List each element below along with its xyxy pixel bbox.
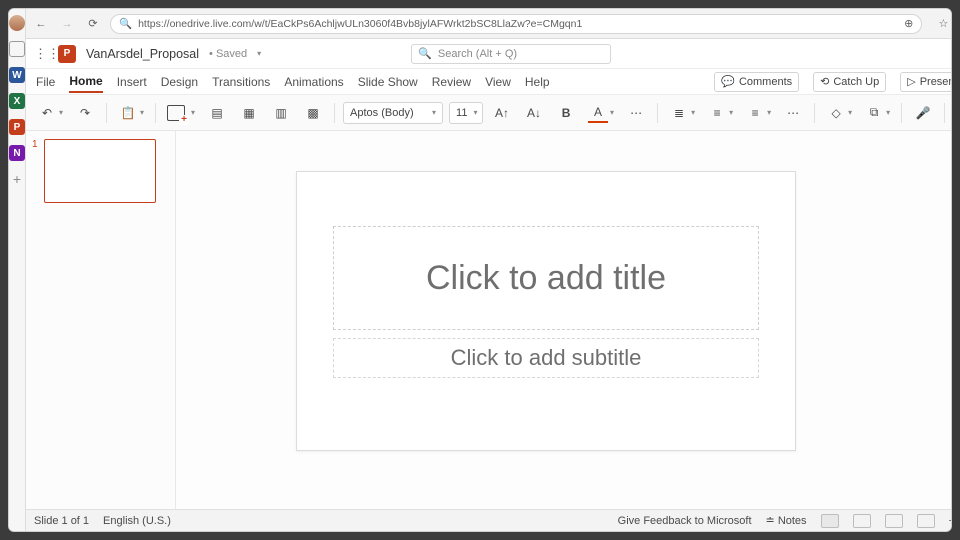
present-button[interactable]: ▷ Present ▾ [900,72,952,92]
address-bar[interactable]: 🔍 https://onedrive.live.com/w/t/EaCkPs6A… [110,14,922,34]
word-app-icon[interactable]: W [9,67,25,83]
workspace: 1 Click to add title Click to add subtit… [26,131,952,509]
save-state: • Saved [209,48,247,60]
shapes-button[interactable]: ◇▾ [823,101,855,125]
designer-button[interactable]: ▩ [300,101,326,125]
undo-button[interactable]: ↶▾ [34,101,66,125]
layout-button[interactable]: ▤ [204,101,230,125]
decrease-font-button[interactable]: A↓ [521,101,547,125]
language-status[interactable]: English (U.S.) [103,515,171,527]
numbering-button[interactable]: ≡▾ [704,101,736,125]
search-icon: 🔍 [418,47,432,60]
tab-animations[interactable]: Animations [284,72,343,92]
font-size-select[interactable]: 11▾ [449,102,483,124]
browser-toolbar: ← → ⟳ 🔍 https://onedrive.live.com/w/t/Ea… [26,9,952,39]
forward-button: → [58,18,76,30]
slideshow-view-button[interactable] [917,514,935,528]
notes-toggle[interactable]: ≐ Notes [766,514,807,527]
arrange-button[interactable]: ⧉▾ [861,101,893,125]
increase-font-button[interactable]: A↑ [489,101,515,125]
thumbnail-number: 1 [32,139,40,203]
search-input[interactable]: 🔍 Search (Alt + Q) [411,44,611,64]
dictate-button[interactable]: 🎤 [910,101,936,125]
thumbnail-preview[interactable] [44,139,156,203]
profile-avatar-small[interactable] [9,15,25,31]
status-bar: Slide 1 of 1 English (U.S.) Give Feedbac… [26,509,952,531]
document-name[interactable]: VanArsdel_Proposal [86,47,199,61]
tab-design[interactable]: Design [161,72,198,92]
tab-outline-icon[interactable] [9,41,25,57]
slide-canvas[interactable]: Click to add title Click to add subtitle… [176,131,952,509]
ribbon-home: ↶▾ ↷ 📋▾ +▾ ▤ ▦ ▥ ▩ Aptos (Body)▾ 11▾ A↑ … [26,95,952,131]
tab-insert[interactable]: Insert [117,72,147,92]
normal-view-button[interactable] [821,514,839,528]
os-app-rail: W X P N + [9,9,26,531]
redo-button[interactable]: ↷ [72,101,98,125]
tab-transitions[interactable]: Transitions [212,72,270,92]
title-placeholder[interactable]: Click to add title [333,226,759,330]
powerpoint-logo: P [58,45,76,63]
more-font-button[interactable]: ⋯ [623,101,649,125]
paste-button[interactable]: 📋▾ [115,101,147,125]
tab-file[interactable]: File [36,72,55,92]
excel-app-icon[interactable]: X [9,93,25,109]
app-title-bar: ⋮⋮⋮ P VanArsdel_Proposal • Saved ▾ 🔍 Sea… [26,39,952,69]
tab-home[interactable]: Home [69,71,102,93]
title-chevron-icon[interactable]: ▾ [257,49,261,58]
slide-counter[interactable]: Slide 1 of 1 [34,515,89,527]
powerpoint-app-icon[interactable]: P [9,119,25,135]
onenote-app-icon[interactable]: N [9,145,25,161]
refresh-button[interactable]: ⟳ [84,17,102,30]
section-button[interactable]: ▥ [268,101,294,125]
sorter-view-button[interactable] [853,514,871,528]
slide-thumbnail[interactable]: 1 [32,139,169,203]
bold-button[interactable]: B [553,101,579,125]
new-slide-button[interactable]: +▾ [164,101,198,125]
reset-button[interactable]: ▦ [236,101,262,125]
comments-button[interactable]: 💬 Comments [714,72,799,92]
favorite-icon[interactable]: ☆ [930,17,952,30]
align-button[interactable]: ≡▾ [742,101,774,125]
search-placeholder: Search (Alt + Q) [438,48,517,60]
ribbon-tabs: File Home Insert Design Transitions Anim… [26,69,952,95]
tab-slideshow[interactable]: Slide Show [358,72,418,92]
app-launcher-icon[interactable]: ⋮⋮⋮ [34,46,48,62]
add-app-icon[interactable]: + [13,171,21,187]
url-text: https://onedrive.live.com/w/t/EaCkPs6Ach… [138,18,582,30]
translate-icon[interactable]: ⊕ [904,17,913,30]
tab-review[interactable]: Review [432,72,471,92]
catchup-button[interactable]: ⟲ Catch Up [813,72,886,92]
tab-help[interactable]: Help [525,72,550,92]
zoom-out-button[interactable]: − [949,515,952,527]
browser-window: W X P N + ← → ⟳ 🔍 https://onedrive.live.… [8,8,952,532]
font-family-select[interactable]: Aptos (Body)▾ [343,102,443,124]
more-para-button[interactable]: ⋯ [780,101,806,125]
bullets-button[interactable]: ≣▾ [666,101,698,125]
subtitle-placeholder[interactable]: Click to add subtitle [333,338,759,378]
back-button[interactable]: ← [32,18,50,30]
tab-view[interactable]: View [485,72,511,92]
font-color-button[interactable]: A▾ [585,101,617,125]
slide-thumbnail-panel[interactable]: 1 [26,131,176,509]
feedback-link[interactable]: Give Feedback to Microsoft [618,515,752,527]
reading-view-button[interactable] [885,514,903,528]
slide[interactable]: Click to add title Click to add subtitle [296,171,796,451]
lock-icon: 🔍 [119,17,132,30]
